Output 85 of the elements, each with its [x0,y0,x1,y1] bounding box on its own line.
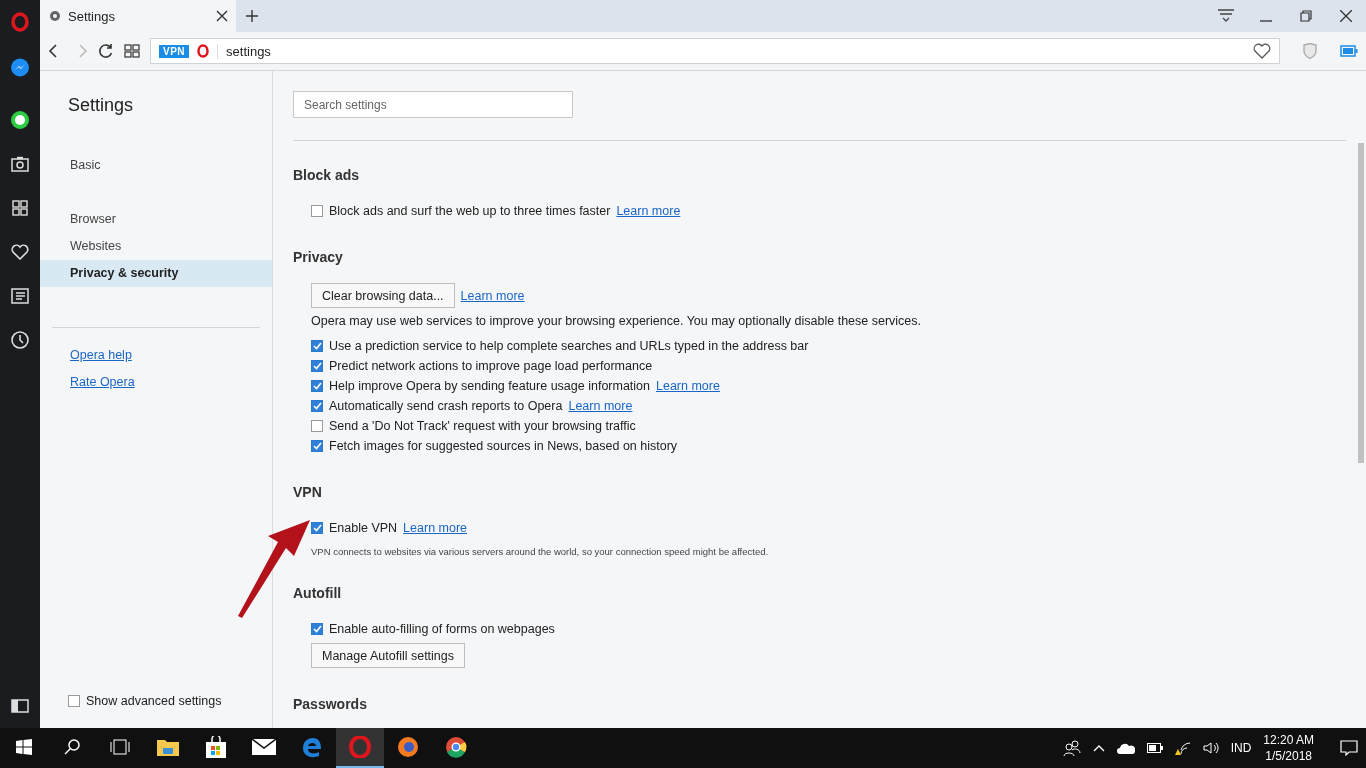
people-icon[interactable] [1062,740,1081,756]
section-heading: Passwords [293,696,368,712]
checkbox[interactable] [311,440,323,452]
nav-item[interactable]: Privacy & security [40,260,272,287]
learn-more-link[interactable]: Learn more [656,379,720,393]
checkbox[interactable] [311,522,323,534]
heart-icon[interactable] [1253,43,1271,59]
browser-e-icon[interactable] [301,736,323,758]
opera-logo-icon [197,44,210,58]
sidebar-toggle-icon[interactable] [11,699,29,713]
store-bag-icon[interactable] [205,736,227,758]
sidebar-link[interactable]: Opera help [40,342,272,369]
checkbox[interactable] [68,695,80,707]
browser-tab[interactable]: Settings [40,0,236,32]
close-icon[interactable] [1340,10,1352,22]
checkbox-label: Predict network actions to improve page load performance [329,359,653,373]
tab-title: Settings [68,8,116,24]
section-heading: VPN [293,484,323,500]
checkbox-label: Use a prediction service to help complete searches and URLs typed in the address bar [329,339,809,353]
envelope-icon[interactable] [252,739,276,755]
learn-more-link[interactable]: Learn more [460,288,525,303]
reload-icon[interactable] [98,43,114,59]
sidebar-link[interactable]: Rate Opera [40,369,272,396]
plus-icon[interactable] [246,10,258,22]
settings-button[interactable]: Clear browsing data... [311,283,455,308]
clock-icon[interactable] [11,331,29,349]
settings-button[interactable]: Manage Autofill settings [311,643,466,668]
learn-more-link[interactable]: Learn more [616,204,681,218]
checkbox[interactable] [311,380,323,392]
speaker-icon[interactable] [1202,741,1219,755]
cloud-icon[interactable] [1116,742,1135,754]
checkbox-label: Enable auto-filling of forms on webpages [329,622,555,636]
learn-more-link[interactable]: Learn more [403,521,468,535]
search-icon[interactable] [63,738,81,756]
battery-icon[interactable] [1146,743,1163,753]
task-view-icon[interactable] [110,739,130,755]
nav-item[interactable]: Basic [40,152,272,179]
opera-logo-icon[interactable] [11,12,29,32]
address-text: settings [217,43,1245,59]
back-icon[interactable] [48,44,58,58]
checkbox-label: Automatically send crash reports to Opera [329,399,563,413]
section-heading: Privacy [293,249,344,265]
chevron-up-icon[interactable] [1092,744,1105,752]
checkbox-label: Help improve Opera by sending feature usage information [329,379,650,393]
language-indicator[interactable]: IND [1230,741,1252,755]
learn-more-link[interactable]: Learn more [568,399,633,413]
checkbox-label: Send a 'Do Not Track' request with your browsing traffic [329,419,636,433]
section-heading: Autofill [293,585,343,601]
fox-globe-icon[interactable] [397,736,419,758]
checkbox[interactable] [311,340,323,352]
wifi-warning-icon[interactable] [1174,741,1191,755]
close-icon[interactable] [216,10,228,22]
grid-icon[interactable] [124,44,140,58]
checkbox[interactable] [311,400,323,412]
gear-icon [48,9,62,23]
description-text: Opera may use web services to improve your browsing experience. You may optionally disable these services. [310,314,923,328]
tab-menu-icon[interactable] [1218,9,1234,23]
checkbox-label: Enable VPN [329,521,398,535]
notification-icon[interactable] [1340,740,1358,756]
checkbox[interactable] [311,420,323,432]
vpn-badge[interactable]: VPN [159,44,190,58]
folder-icon[interactable] [157,738,179,756]
scrollbar-thumb[interactable] [1358,143,1364,463]
checkbox[interactable] [311,623,323,635]
checkbox-label: Block ads and surf the web up to three times faster [329,204,611,218]
checkbox[interactable] [311,360,323,372]
news-icon[interactable] [11,288,29,304]
note-text: VPN connects to websites via various servers around the world, so your connection speed might be affected. [310,546,770,557]
clock[interactable]: 12:20 AM 1/5/2018 [1263,732,1314,764]
search-field[interactable]: Search settings [293,91,573,118]
restore-icon[interactable] [1300,10,1312,22]
grid-icon[interactable] [12,200,28,216]
round-browser-icon[interactable] [445,736,467,758]
nav-item[interactable]: Browser [40,206,272,233]
sidebar-title: Settings [67,94,135,116]
chat-bubble-icon[interactable] [10,58,30,78]
checkbox-label: Fetch images for suggested sources in News, based on history [329,439,678,453]
opera-logo-icon[interactable] [349,736,371,758]
nav-item[interactable]: Websites [40,233,272,260]
section-heading: Block ads [293,167,361,183]
address-bar[interactable]: VPN settings [150,38,1280,64]
checkbox-label: Show advanced settings [86,694,222,708]
camera-icon[interactable] [11,156,29,172]
checkbox[interactable] [311,205,323,217]
windows-logo-icon[interactable] [16,739,32,755]
